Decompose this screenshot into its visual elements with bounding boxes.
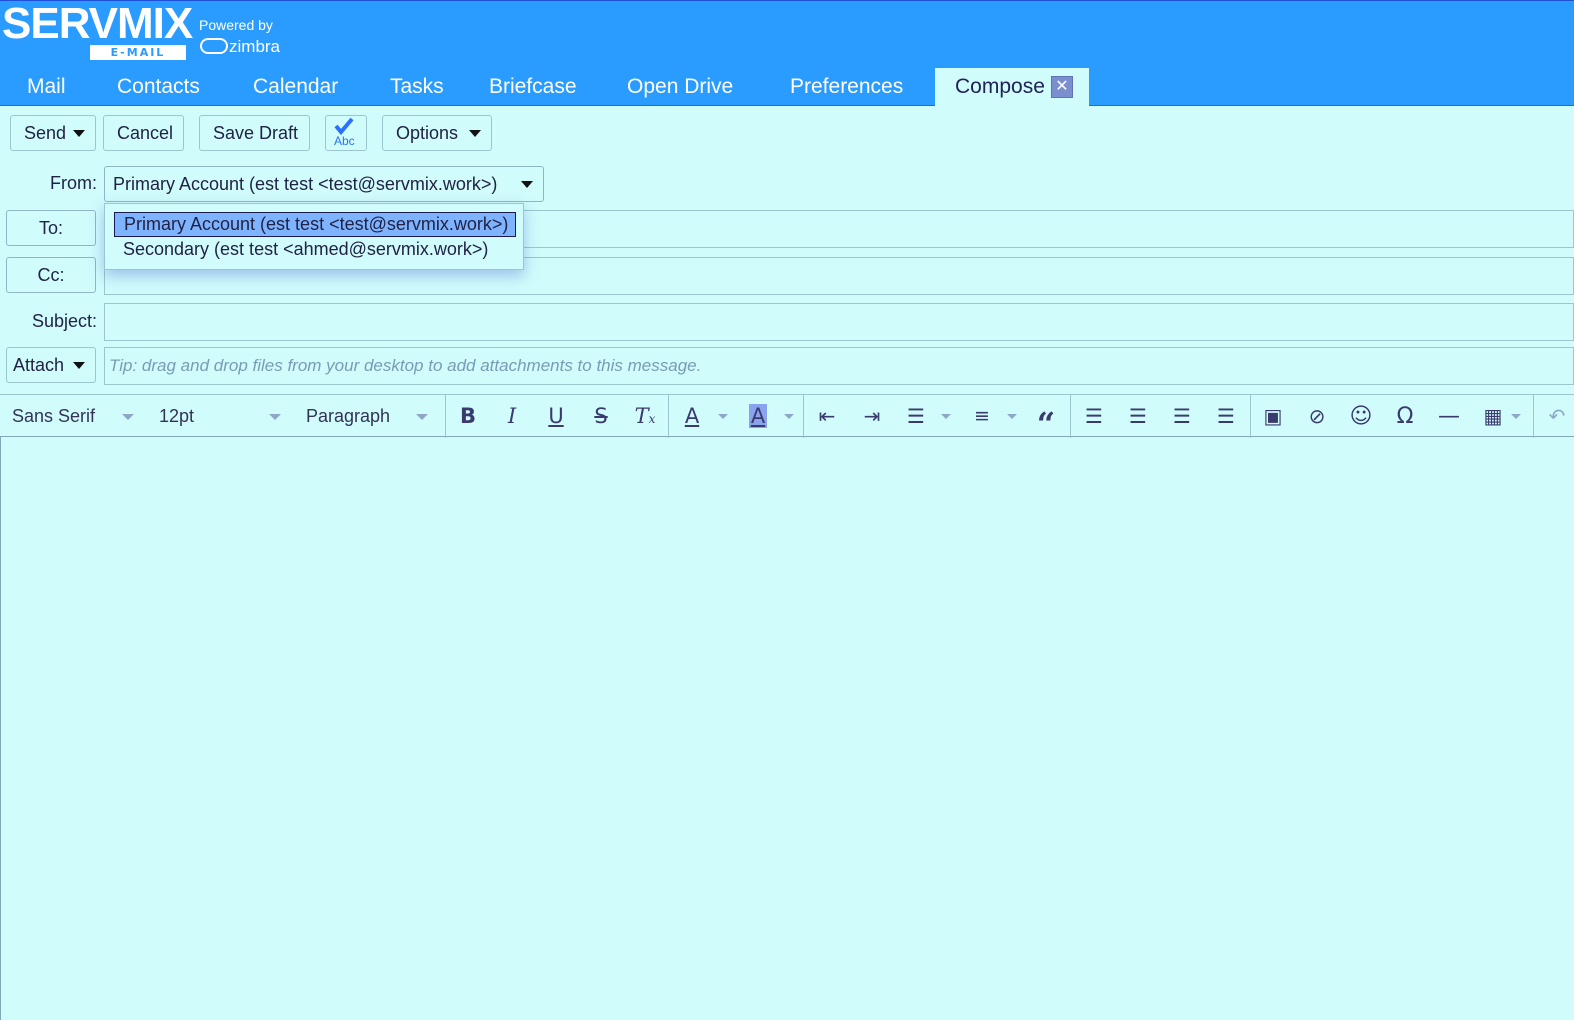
align-right-icon[interactable]: ☰: [1167, 395, 1197, 438]
servmix-logo[interactable]: SERVMIX E-MAIL: [0, 0, 193, 63]
app-header: SERVMIX E-MAIL Powered by zimbra: [0, 0, 1574, 68]
chevron-down-icon: [416, 414, 428, 420]
chevron-down-icon[interactable]: [784, 414, 794, 419]
from-dropdown-menu: Primary Account (est test <test@servmix.…: [104, 203, 524, 270]
tab-contacts[interactable]: Contacts: [117, 68, 200, 106]
chevron-down-icon[interactable]: [469, 130, 481, 137]
app-tab-bar: Mail Contacts Calendar Tasks Briefcase O…: [0, 68, 1574, 106]
options-button[interactable]: Options: [382, 115, 492, 151]
chevron-down-icon[interactable]: [941, 414, 951, 419]
options-label: Options: [396, 123, 459, 143]
chevron-down-icon: [122, 414, 134, 420]
indent-icon[interactable]: ⇥: [857, 395, 887, 438]
clear-format-icon[interactable]: Tx: [630, 395, 660, 438]
highlight-color-icon[interactable]: A: [743, 395, 773, 438]
strikethrough-icon[interactable]: S: [586, 395, 616, 438]
blockquote-icon[interactable]: “: [1031, 395, 1061, 443]
from-select[interactable]: Primary Account (est test <test@servmix.…: [104, 166, 544, 202]
chevron-down-icon[interactable]: [73, 130, 85, 137]
chevron-down-icon[interactable]: [1007, 414, 1017, 419]
image-icon[interactable]: ▣: [1258, 395, 1288, 438]
block-format-value: Paragraph: [306, 406, 391, 426]
save-draft-button[interactable]: Save Draft: [199, 115, 310, 151]
logo-text: SERVMIX: [2, 0, 193, 48]
chevron-down-icon[interactable]: [521, 181, 533, 188]
subject-field[interactable]: [104, 303, 1574, 341]
send-label: Send: [24, 123, 67, 143]
font-size-select[interactable]: 12pt: [159, 395, 284, 438]
zimbra-text: zimbra: [229, 37, 281, 56]
text-color-icon[interactable]: A: [677, 395, 707, 438]
special-character-icon[interactable]: Ω: [1390, 395, 1420, 438]
link-icon[interactable]: ⊘: [1302, 395, 1332, 438]
cc-button[interactable]: Cc:: [6, 257, 96, 293]
font-family-select[interactable]: Sans Serif: [12, 395, 137, 438]
tab-compose-label: Compose: [955, 75, 1045, 98]
attachment-drop-zone[interactable]: Tip: drag and drop files from your deskt…: [104, 347, 1574, 385]
undo-icon[interactable]: ↶: [1542, 395, 1572, 438]
subject-label: Subject:: [32, 311, 98, 331]
from-value: Primary Account (est test <test@servmix.…: [113, 174, 498, 194]
cancel-button[interactable]: Cancel: [103, 115, 184, 151]
spellcheck-icon: Abc: [334, 117, 355, 148]
italic-icon[interactable]: I: [497, 395, 527, 438]
align-left-icon[interactable]: ☰: [1079, 395, 1109, 438]
from-option-secondary[interactable]: Secondary (est test <ahmed@servmix.work>…: [114, 238, 488, 263]
outdent-icon[interactable]: ⇤: [812, 395, 842, 438]
attach-button[interactable]: Attach: [6, 347, 96, 383]
tab-briefcase[interactable]: Briefcase: [489, 68, 577, 106]
tab-mail[interactable]: Mail: [27, 68, 66, 106]
tab-calendar[interactable]: Calendar: [253, 68, 338, 106]
spellcheck-button[interactable]: Abc: [325, 115, 367, 151]
emoji-icon[interactable]: ☺: [1346, 395, 1376, 438]
tab-compose[interactable]: Compose ✕: [935, 68, 1089, 106]
chevron-down-icon: [269, 414, 281, 420]
font-family-value: Sans Serif: [12, 406, 96, 426]
from-label: From:: [50, 173, 97, 193]
horizontal-rule-icon[interactable]: —: [1434, 395, 1464, 438]
toolbar-divider: [445, 395, 446, 438]
chevron-down-icon[interactable]: [73, 362, 85, 369]
to-button[interactable]: To:: [6, 210, 96, 246]
toolbar-divider: [1250, 395, 1251, 438]
message-body-editor[interactable]: [0, 437, 1574, 1020]
toolbar-divider: [668, 395, 669, 438]
chevron-down-icon[interactable]: [1511, 414, 1521, 419]
font-size-value: 12pt: [159, 406, 195, 426]
block-format-select[interactable]: Paragraph: [306, 395, 431, 438]
toolbar-divider: [803, 395, 804, 438]
underline-icon[interactable]: U: [541, 395, 571, 438]
logo-tag: E-MAIL: [90, 45, 186, 60]
bold-icon[interactable]: B: [453, 395, 483, 438]
from-option-primary[interactable]: Primary Account (est test <test@servmix.…: [114, 212, 516, 237]
toolbar-divider: [1070, 395, 1071, 438]
svg-text:Abc: Abc: [334, 134, 355, 148]
numbered-list-icon[interactable]: ≡: [967, 395, 997, 438]
zimbra-logo: zimbra: [200, 37, 280, 57]
tab-open-drive[interactable]: Open Drive: [627, 68, 733, 106]
chevron-down-icon[interactable]: [718, 414, 728, 419]
table-icon[interactable]: ▦: [1478, 395, 1508, 438]
tab-tasks[interactable]: Tasks: [390, 68, 444, 106]
zimbra-icon: [200, 38, 228, 54]
send-button[interactable]: Send: [10, 115, 96, 151]
tab-preferences[interactable]: Preferences: [790, 68, 903, 106]
align-center-icon[interactable]: ☰: [1123, 395, 1153, 438]
bullet-list-icon[interactable]: ☰: [901, 395, 931, 438]
toolbar-divider: [1533, 395, 1534, 438]
editor-toolbar: Sans Serif 12pt Paragraph B I U S Tx A A…: [0, 394, 1574, 443]
attach-label: Attach: [13, 355, 65, 375]
powered-by-text: Powered by: [199, 17, 273, 33]
align-justify-icon[interactable]: ☰: [1211, 395, 1241, 438]
close-icon[interactable]: ✕: [1050, 76, 1073, 98]
